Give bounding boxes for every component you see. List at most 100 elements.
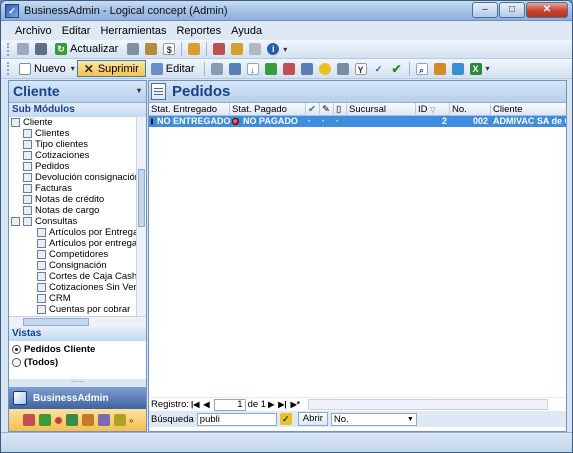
editar-button[interactable]: Editar	[146, 60, 201, 77]
tree-item[interactable]: Cotizaciones Sin Venta	[9, 282, 146, 293]
chart-icon[interactable]	[451, 62, 464, 75]
last-record-button[interactable]: ▶|	[276, 400, 288, 409]
tree-item[interactable]: Consultas	[9, 216, 146, 227]
cell-document[interactable]: ·	[334, 116, 347, 127]
finance-module-icon[interactable]	[82, 414, 94, 426]
tree-item[interactable]: Pedidos	[9, 161, 146, 172]
check-outline-icon[interactable]: ✓	[373, 63, 385, 75]
users-module-icon[interactable]	[98, 414, 110, 426]
module-button-businessadmin[interactable]: BusinessAdmin	[9, 387, 146, 409]
cell-checked[interactable]: ·	[306, 116, 320, 127]
nuevo-button[interactable]: Nuevo ▾	[14, 60, 77, 77]
folder-icon[interactable]	[188, 43, 201, 55]
print-icon[interactable]	[35, 43, 47, 55]
menu-herramientas[interactable]: Herramientas	[100, 25, 166, 37]
tree-item[interactable]: Artículos por Entregar	[9, 227, 146, 238]
tree-item[interactable]: Notas de cargo	[9, 205, 146, 216]
tree-item[interactable]: Cuentas por cobrar	[9, 304, 146, 315]
chevron-right-icon[interactable]: »	[129, 416, 133, 425]
tree-item[interactable]: Cliente	[9, 117, 146, 128]
column-stat-entregado[interactable]: Stat. Entregado	[149, 103, 230, 115]
scroll-thumb[interactable]	[138, 169, 145, 227]
tree-item[interactable]: Competidores	[9, 249, 146, 260]
search-icon[interactable]: ⌕	[415, 62, 428, 75]
radio-unselected[interactable]	[12, 358, 21, 367]
chevron-down-icon[interactable]: ▾	[137, 81, 141, 101]
filter-icon[interactable]	[336, 62, 349, 75]
sales-module-icon[interactable]	[23, 414, 35, 426]
layout-icon[interactable]	[300, 62, 313, 75]
module-header[interactable]: Cliente ▾	[9, 81, 146, 103]
column-cliente[interactable]: Cliente	[491, 103, 566, 115]
purchases-module-icon[interactable]	[39, 414, 51, 426]
actualizar-button[interactable]: ↻ Actualizar	[50, 41, 124, 58]
add-row-icon[interactable]	[264, 62, 277, 75]
previous-record-button[interactable]: ◀	[201, 400, 211, 409]
tree-item[interactable]: Notas de crédito	[9, 194, 146, 205]
options-icon[interactable]	[249, 43, 262, 55]
tree-item[interactable]: Cotizaciones	[9, 150, 146, 161]
column-sucursal[interactable]: Sucursal	[347, 103, 416, 115]
tree-item[interactable]: CRM	[9, 293, 146, 304]
maximize-button[interactable]: □	[499, 2, 525, 18]
remove-row-icon[interactable]	[282, 62, 295, 75]
sort-icon[interactable]: ↓	[246, 62, 259, 75]
first-record-button[interactable]: |◀	[189, 400, 201, 409]
radio-selected[interactable]	[12, 345, 21, 354]
info-icon[interactable]: i	[267, 43, 280, 55]
column-edit-icon[interactable]: ✎	[320, 103, 334, 115]
menu-reportes[interactable]: Reportes	[176, 25, 221, 37]
settings-icon[interactable]	[127, 43, 140, 55]
column-no[interactable]: No.	[450, 103, 491, 115]
chevron-down-icon[interactable]: ▾	[486, 64, 490, 73]
view-option-todos[interactable]: (Todos)	[9, 356, 146, 369]
abrir-button[interactable]: Abrir	[297, 412, 328, 426]
reports-module-icon[interactable]	[114, 414, 126, 426]
chevron-down-icon[interactable]: ▾	[283, 45, 287, 54]
tree-horizontal-scrollbar[interactable]	[9, 316, 146, 327]
tree-item[interactable]: Facturas	[9, 183, 146, 194]
column-stat-pagado[interactable]: Stat. Pagado	[230, 103, 306, 115]
tree-item[interactable]: Cortes de Caja CashPoi	[9, 271, 146, 282]
copy-icon[interactable]	[210, 62, 223, 75]
export-icon[interactable]	[433, 62, 446, 75]
alert-module-icon[interactable]	[55, 416, 62, 424]
suprimir-button[interactable]: ✕ Suprimir	[76, 60, 146, 77]
checkmark-icon[interactable]: ✔	[391, 63, 403, 75]
tree-item[interactable]: Devolución consignación	[9, 172, 146, 183]
menu-archivo[interactable]: Archivo	[15, 25, 52, 37]
tree-item[interactable]: Clientes	[9, 128, 146, 139]
lock-icon[interactable]	[231, 43, 244, 55]
excel-icon[interactable]: X	[469, 62, 482, 75]
currency-icon[interactable]: $	[163, 43, 176, 55]
tools-icon[interactable]	[213, 43, 226, 55]
next-record-button[interactable]: ▶	[266, 400, 276, 409]
record-number-input[interactable]: 1	[213, 398, 246, 411]
scroll-thumb[interactable]	[23, 318, 89, 326]
smiley-icon[interactable]	[318, 62, 331, 75]
group-icon[interactable]	[228, 62, 241, 75]
cell-edited[interactable]: ·	[320, 116, 334, 127]
view-option-pedidos-cliente[interactable]: Pedidos Cliente	[9, 343, 146, 356]
new-record-button[interactable]: ▶*	[289, 400, 302, 409]
print-preview-icon[interactable]	[17, 43, 29, 55]
search-check-icon[interactable]: ✓	[279, 413, 292, 425]
search-input[interactable]: publi	[196, 412, 277, 426]
close-button[interactable]: ✕	[526, 2, 568, 18]
expand-icon[interactable]	[11, 217, 20, 226]
column-id[interactable]: ID ▽	[416, 103, 450, 115]
inventory-module-icon[interactable]	[66, 414, 78, 426]
search-field-select[interactable]: No. ▼	[330, 412, 417, 426]
minimize-button[interactable]: –	[472, 2, 498, 18]
grid-horizontal-scrollbar[interactable]	[307, 399, 548, 410]
table-row[interactable]: NO ENTREGADO NO PAGADO · · · 2 002 ADMIV…	[149, 116, 566, 127]
document-icon[interactable]	[145, 43, 158, 55]
tree-item[interactable]: Artículos por entregar	[9, 238, 146, 249]
funnel-icon[interactable]: Y	[354, 62, 367, 75]
column-checked-icon[interactable]: ✔	[306, 103, 320, 115]
menu-editar[interactable]: Editar	[62, 25, 91, 37]
tree-item[interactable]: Tipo clientes	[9, 139, 146, 150]
menu-ayuda[interactable]: Ayuda	[231, 25, 262, 37]
column-document-icon[interactable]: ▯	[334, 103, 347, 115]
tree-item[interactable]: Consignación	[9, 260, 146, 271]
